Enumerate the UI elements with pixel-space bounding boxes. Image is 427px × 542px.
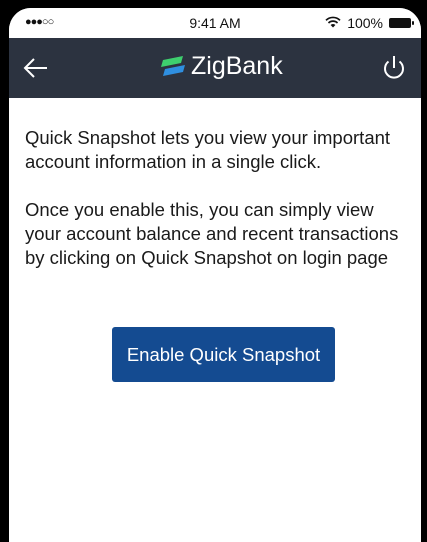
zigbank-logo: ZigBank [159,52,283,81]
enable-quick-snapshot-button[interactable]: Enable Quick Snapshot [112,327,335,382]
power-button[interactable] [379,53,409,83]
wifi-icon [325,15,341,31]
power-icon [384,56,404,79]
instructions-paragraph: Once you enable this, you can simply vie… [25,199,399,268]
zigbank-logo-icon [161,55,185,76]
battery-icon [389,18,414,28]
back-button[interactable] [21,52,53,84]
app-header: ZigBank [9,38,421,98]
back-arrow-icon [23,58,47,78]
phone-screen: ●●●○○ 9:41 AM 100% ZigBank Quick Snapsho… [9,8,421,542]
logo-text: ZigBank [191,52,283,80]
battery-percent: 100% [347,15,383,31]
status-right-group: 100% [325,15,414,31]
status-bar: ●●●○○ 9:41 AM 100% [9,8,421,38]
main-content: Quick Snapshot lets you view your import… [9,98,421,270]
intro-paragraph: Quick Snapshot lets you view your import… [25,127,391,172]
